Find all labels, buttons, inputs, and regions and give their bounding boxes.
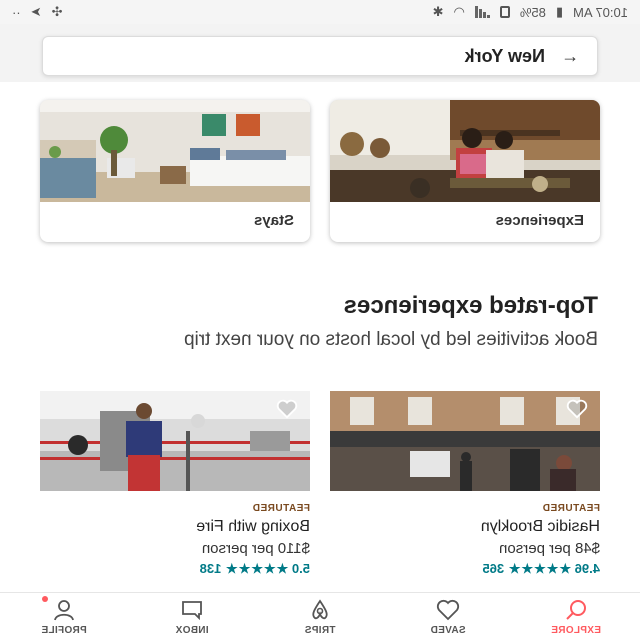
- status-time: 10:07 AM: [573, 4, 628, 20]
- status-left: 10:07 AM ▮ 85% ◠ ✱: [433, 4, 628, 20]
- fan-icon: ✣: [51, 4, 63, 19]
- experience-card-hasidic[interactable]: FEATURED Hasidic Brooklyn $48 per person…: [330, 391, 600, 577]
- status-right: ✣ ➤ ··: [12, 4, 62, 20]
- featured-tag: FEATURED: [542, 503, 600, 514]
- hasidic-image: [330, 391, 600, 491]
- more-icon: ··: [12, 4, 21, 20]
- experience-price: $110 per person: [201, 540, 310, 557]
- review-count: 365: [482, 561, 505, 576]
- stays-card[interactable]: Stays: [40, 100, 310, 242]
- search-location: New York: [464, 45, 545, 66]
- trips-icon: [312, 599, 328, 620]
- signal-icon: [474, 6, 490, 18]
- save-heart-icon[interactable]: [276, 399, 298, 419]
- notification-dot: [42, 596, 48, 602]
- experience-title: Hasidic Brooklyn: [480, 518, 600, 535]
- experience-card-boxing[interactable]: FEATURED Boxing with Fire $110 per perso…: [40, 391, 310, 577]
- nav-explore[interactable]: EXPLORE: [526, 598, 626, 636]
- heart-icon: [436, 599, 460, 621]
- nav-label-explore: EXPLORE: [551, 625, 601, 636]
- section-title: Top-rated experiences: [343, 292, 598, 319]
- experience-title: Boxing with Fire: [196, 518, 310, 535]
- star-icons: ★★★★★: [507, 561, 572, 576]
- bluetooth-icon: ✱: [432, 4, 444, 19]
- sd-card-icon: ▮: [555, 4, 564, 19]
- stays-image: [40, 100, 310, 202]
- nav-label-saved: SAVED: [430, 625, 466, 636]
- nav-trips[interactable]: TRIPS: [270, 598, 370, 636]
- nav-inbox[interactable]: INBOX: [142, 598, 242, 636]
- wifi-icon: ◠: [453, 4, 465, 19]
- battery-icon: [499, 6, 510, 18]
- search-icon: [566, 600, 586, 620]
- save-heart-icon[interactable]: [566, 399, 588, 419]
- bottom-nav: EXPLORE SAVED TRIPS INBOX PROFILE: [0, 592, 640, 641]
- experiences-card[interactable]: Experiences: [330, 100, 600, 242]
- star-icons: ★★★★★: [225, 561, 289, 576]
- inbox-icon: [182, 601, 202, 621]
- experiences-image: [330, 100, 600, 202]
- profile-icon: [54, 600, 74, 621]
- arrow-left-icon[interactable]: ←: [561, 46, 579, 67]
- nav-label-trips: TRIPS: [304, 625, 336, 636]
- search-bar[interactable]: ← New York: [42, 36, 598, 76]
- boxing-image: [40, 391, 310, 491]
- experience-rating: 4.96 ★★★★★ 365: [330, 561, 600, 577]
- section-subtitle: Book activities led by local hosts on yo…: [184, 329, 598, 350]
- experience-rating: 5.0 ★★★★★ 138: [40, 561, 310, 577]
- rating-value: 5.0: [291, 561, 310, 576]
- nav-label-inbox: INBOX: [175, 625, 209, 636]
- battery-percent: 85%: [519, 4, 546, 20]
- review-count: 138: [199, 561, 222, 576]
- nav-label-profile: PROFILE: [41, 625, 87, 636]
- send-icon: ➤: [30, 4, 42, 19]
- featured-tag: FEATURED: [252, 503, 310, 514]
- nav-saved[interactable]: SAVED: [398, 598, 498, 636]
- rating-value: 4.96: [574, 561, 600, 576]
- nav-profile[interactable]: PROFILE: [14, 596, 114, 636]
- status-bar: 10:07 AM ▮ 85% ◠ ✱ ✣ ➤ ··: [0, 0, 640, 24]
- app-screen: 10:07 AM ▮ 85% ◠ ✱ ✣ ➤ ·· ← New York Sta…: [0, 0, 640, 641]
- experience-price: $48 per person: [499, 540, 600, 557]
- stays-label: Stays: [253, 212, 294, 229]
- experiences-label: Experiences: [495, 212, 584, 229]
